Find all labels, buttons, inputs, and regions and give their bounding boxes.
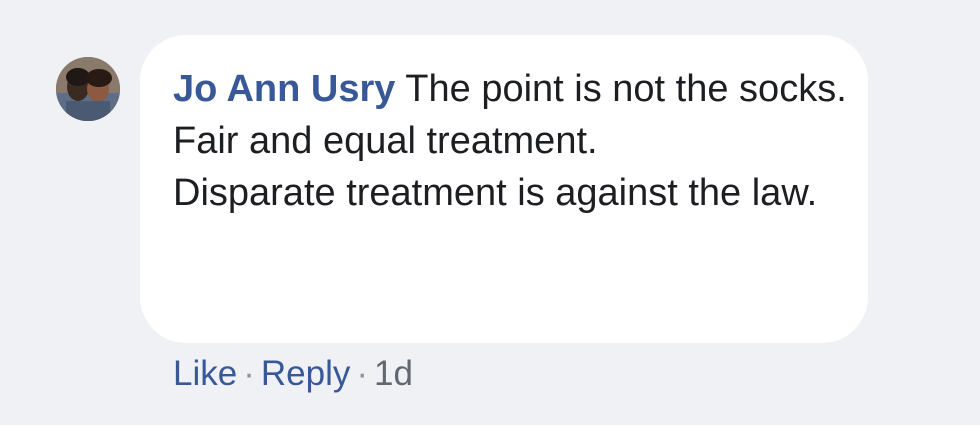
comment-text-line-2: Fair and equal treatment. xyxy=(173,120,598,162)
comment-body: Jo Ann Usry The point is not the socks. … xyxy=(173,63,853,219)
comment-text-line-3: Disparate treatment is against the law. xyxy=(173,172,818,214)
comment-actions: Like · Reply · 1d xyxy=(173,352,413,396)
action-separator: · xyxy=(243,354,255,393)
avatar[interactable] xyxy=(56,57,120,121)
comment-bubble: Jo Ann Usry The point is not the socks. … xyxy=(140,35,868,343)
comment-timestamp[interactable]: 1d xyxy=(374,354,413,393)
comment-text-line-1: The point is not the socks. xyxy=(405,68,847,110)
comment-author-link[interactable]: Jo Ann Usry xyxy=(173,68,395,110)
avatar-photo-icon xyxy=(56,57,120,121)
action-separator: · xyxy=(356,354,369,393)
like-button[interactable]: Like xyxy=(173,354,237,393)
reply-button[interactable]: Reply xyxy=(261,354,350,393)
